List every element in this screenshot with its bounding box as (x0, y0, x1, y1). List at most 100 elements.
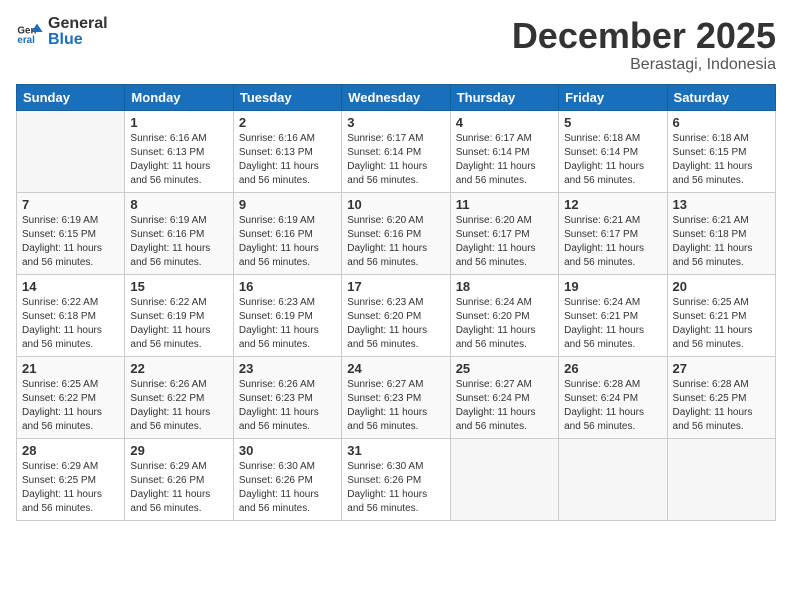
day-number: 4 (456, 115, 553, 130)
calendar-week-2: 7 Sunrise: 6:19 AM Sunset: 6:15 PM Daylig… (17, 192, 776, 274)
calendar-cell (559, 438, 667, 520)
day-info: Sunrise: 6:24 AM Sunset: 6:20 PM Dayligh… (456, 296, 553, 352)
day-info: Sunrise: 6:20 AM Sunset: 6:17 PM Dayligh… (456, 214, 553, 270)
day-number: 13 (673, 197, 770, 212)
day-info: Sunrise: 6:18 AM Sunset: 6:14 PM Dayligh… (564, 132, 661, 188)
day-info: Sunrise: 6:17 AM Sunset: 6:14 PM Dayligh… (456, 132, 553, 188)
day-number: 16 (239, 279, 336, 294)
calendar-cell: 10 Sunrise: 6:20 AM Sunset: 6:16 PM Dayli… (342, 192, 450, 274)
calendar-cell (450, 438, 558, 520)
calendar-week-3: 14Sunrise: 6:22 AM Sunset: 6:18 PM Dayli… (17, 274, 776, 356)
calendar-cell: 5 Sunrise: 6:18 AM Sunset: 6:14 PM Daylig… (559, 110, 667, 192)
day-info: Sunrise: 6:20 AM Sunset: 6:16 PM Dayligh… (347, 214, 444, 270)
calendar-cell: 30 Sunrise: 6:30 AM Sunset: 6:26 PM Dayli… (233, 438, 341, 520)
calendar-cell: 15 Sunrise: 6:22 AM Sunset: 6:19 PM Dayli… (125, 274, 233, 356)
day-info: Sunrise: 6:25 AM Sunset: 6:21 PM Dayligh… (673, 296, 770, 352)
calendar-cell: 29 Sunrise: 6:29 AM Sunset: 6:26 PM Dayli… (125, 438, 233, 520)
logo: Gen eral General Blue (16, 16, 108, 48)
day-number: 26 (564, 361, 661, 376)
logo-icon: Gen eral (16, 18, 44, 46)
day-number: 30 (239, 443, 336, 458)
day-number: 17 (347, 279, 444, 294)
calendar-cell: 26 Sunrise: 6:28 AM Sunset: 6:24 PM Dayli… (559, 356, 667, 438)
calendar-cell: 6Sunrise: 6:18 AM Sunset: 6:15 PM Daylig… (667, 110, 775, 192)
day-number: 10 (347, 197, 444, 212)
day-info: Sunrise: 6:24 AM Sunset: 6:21 PM Dayligh… (564, 296, 661, 352)
day-info: Sunrise: 6:27 AM Sunset: 6:24 PM Dayligh… (456, 378, 553, 434)
calendar-cell: 25Sunrise: 6:27 AM Sunset: 6:24 PM Dayli… (450, 356, 558, 438)
svg-text:eral: eral (17, 35, 35, 46)
day-info: Sunrise: 6:19 AM Sunset: 6:16 PM Dayligh… (239, 214, 336, 270)
day-number: 31 (347, 443, 444, 458)
calendar-cell: 22 Sunrise: 6:26 AM Sunset: 6:22 PM Dayli… (125, 356, 233, 438)
day-number: 23 (239, 361, 336, 376)
calendar-cell: 24 Sunrise: 6:27 AM Sunset: 6:23 PM Dayli… (342, 356, 450, 438)
calendar-cell: 19Sunrise: 6:24 AM Sunset: 6:21 PM Dayli… (559, 274, 667, 356)
calendar-cell: 12Sunrise: 6:21 AM Sunset: 6:17 PM Dayli… (559, 192, 667, 274)
calendar-table: SundayMondayTuesdayWednesdayThursdayFrid… (16, 84, 776, 521)
calendar-cell: 27 Sunrise: 6:28 AM Sunset: 6:25 PM Dayli… (667, 356, 775, 438)
weekday-header-row: SundayMondayTuesdayWednesdayThursdayFrid… (17, 84, 776, 110)
day-number: 2 (239, 115, 336, 130)
calendar-cell: 18Sunrise: 6:24 AM Sunset: 6:20 PM Dayli… (450, 274, 558, 356)
day-number: 29 (130, 443, 227, 458)
day-number: 21 (22, 361, 119, 376)
page-header: Gen eral General Blue December 2025 Bera… (16, 16, 776, 74)
calendar-cell: 23 Sunrise: 6:26 AM Sunset: 6:23 PM Dayli… (233, 356, 341, 438)
calendar-cell: 16 Sunrise: 6:23 AM Sunset: 6:19 PM Dayli… (233, 274, 341, 356)
day-number: 12 (564, 197, 661, 212)
calendar-cell: 17 Sunrise: 6:23 AM Sunset: 6:20 PM Dayli… (342, 274, 450, 356)
day-number: 27 (673, 361, 770, 376)
day-number: 24 (347, 361, 444, 376)
day-info: Sunrise: 6:18 AM Sunset: 6:15 PM Dayligh… (673, 132, 770, 188)
calendar-cell: 31 Sunrise: 6:30 AM Sunset: 6:26 PM Dayli… (342, 438, 450, 520)
logo-blue-text: Blue (48, 31, 83, 48)
day-info: Sunrise: 6:19 AM Sunset: 6:15 PM Dayligh… (22, 214, 119, 270)
calendar-cell (17, 110, 125, 192)
calendar-cell: 11 Sunrise: 6:20 AM Sunset: 6:17 PM Dayli… (450, 192, 558, 274)
day-info: Sunrise: 6:30 AM Sunset: 6:26 PM Dayligh… (239, 460, 336, 516)
day-info: Sunrise: 6:28 AM Sunset: 6:24 PM Dayligh… (564, 378, 661, 434)
calendar-cell: 21 Sunrise: 6:25 AM Sunset: 6:22 PM Dayli… (17, 356, 125, 438)
day-number: 5 (564, 115, 661, 130)
weekday-header-sunday: Sunday (17, 84, 125, 110)
calendar-cell: 9Sunrise: 6:19 AM Sunset: 6:16 PM Daylig… (233, 192, 341, 274)
day-number: 3 (347, 115, 444, 130)
calendar-cell: 7 Sunrise: 6:19 AM Sunset: 6:15 PM Daylig… (17, 192, 125, 274)
day-number: 1 (130, 115, 227, 130)
day-info: Sunrise: 6:30 AM Sunset: 6:26 PM Dayligh… (347, 460, 444, 516)
title-block: December 2025 Berastagi, Indonesia (512, 16, 776, 74)
day-info: Sunrise: 6:29 AM Sunset: 6:25 PM Dayligh… (22, 460, 119, 516)
calendar-cell: 28Sunrise: 6:29 AM Sunset: 6:25 PM Dayli… (17, 438, 125, 520)
day-info: Sunrise: 6:29 AM Sunset: 6:26 PM Dayligh… (130, 460, 227, 516)
day-info: Sunrise: 6:16 AM Sunset: 6:13 PM Dayligh… (239, 132, 336, 188)
day-number: 11 (456, 197, 553, 212)
day-info: Sunrise: 6:26 AM Sunset: 6:23 PM Dayligh… (239, 378, 336, 434)
day-number: 7 (22, 197, 119, 212)
day-info: Sunrise: 6:28 AM Sunset: 6:25 PM Dayligh… (673, 378, 770, 434)
calendar-cell: 1Sunrise: 6:16 AM Sunset: 6:13 PM Daylig… (125, 110, 233, 192)
weekday-header-friday: Friday (559, 84, 667, 110)
day-info: Sunrise: 6:23 AM Sunset: 6:19 PM Dayligh… (239, 296, 336, 352)
day-number: 22 (130, 361, 227, 376)
weekday-header-saturday: Saturday (667, 84, 775, 110)
weekday-header-wednesday: Wednesday (342, 84, 450, 110)
calendar-week-5: 28Sunrise: 6:29 AM Sunset: 6:25 PM Dayli… (17, 438, 776, 520)
calendar-cell: 8Sunrise: 6:19 AM Sunset: 6:16 PM Daylig… (125, 192, 233, 274)
day-number: 15 (130, 279, 227, 294)
day-info: Sunrise: 6:22 AM Sunset: 6:19 PM Dayligh… (130, 296, 227, 352)
day-info: Sunrise: 6:17 AM Sunset: 6:14 PM Dayligh… (347, 132, 444, 188)
day-info: Sunrise: 6:25 AM Sunset: 6:22 PM Dayligh… (22, 378, 119, 434)
day-info: Sunrise: 6:26 AM Sunset: 6:22 PM Dayligh… (130, 378, 227, 434)
calendar-cell: 20 Sunrise: 6:25 AM Sunset: 6:21 PM Dayli… (667, 274, 775, 356)
month-title: December 2025 (512, 16, 776, 56)
day-info: Sunrise: 6:27 AM Sunset: 6:23 PM Dayligh… (347, 378, 444, 434)
day-info: Sunrise: 6:22 AM Sunset: 6:18 PM Dayligh… (22, 296, 119, 352)
day-info: Sunrise: 6:23 AM Sunset: 6:20 PM Dayligh… (347, 296, 444, 352)
calendar-cell: 13 Sunrise: 6:21 AM Sunset: 6:18 PM Dayli… (667, 192, 775, 274)
day-info: Sunrise: 6:21 AM Sunset: 6:18 PM Dayligh… (673, 214, 770, 270)
calendar-week-1: 1 Sunrise: 6:16 AM Sunset: 6:13 PM Daylig… (17, 110, 776, 192)
weekday-header-monday: Monday (125, 84, 233, 110)
day-number: 20 (673, 279, 770, 294)
calendar-cell: 2 Sunrise: 6:16 AM Sunset: 6:13 PM Daylig… (233, 110, 341, 192)
